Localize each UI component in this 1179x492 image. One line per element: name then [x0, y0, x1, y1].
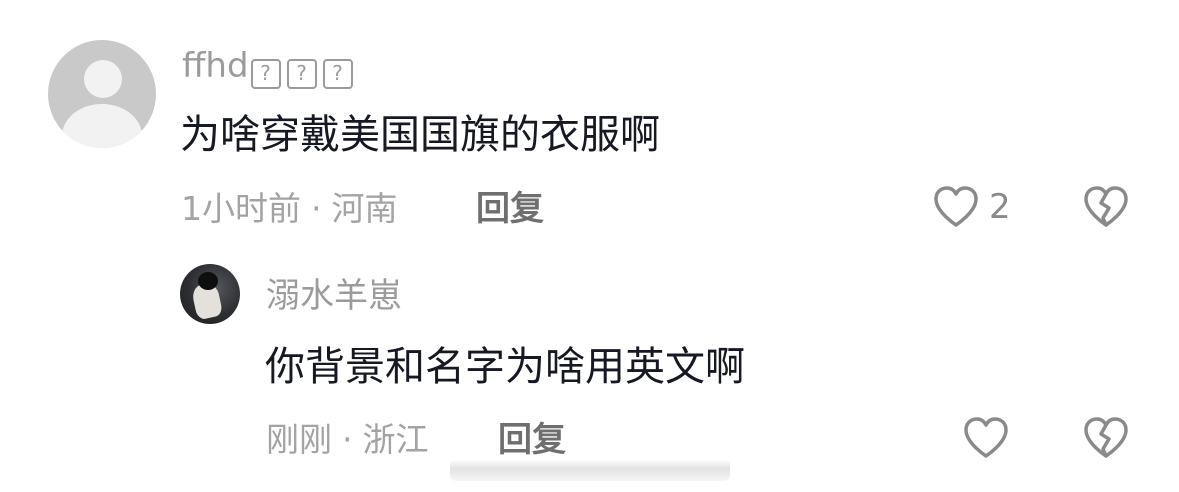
reply-meta: 刚刚 · 浙江 [266, 420, 429, 460]
reply-time: 刚刚 [266, 420, 332, 459]
default-user-icon [84, 60, 122, 98]
default-user-icon-body [62, 104, 142, 148]
avatar[interactable] [48, 40, 156, 148]
heart-outline-icon [931, 184, 981, 230]
reply-text: 你背景和名字为啥用英文啊 [265, 344, 745, 390]
reply-username[interactable]: 溺水羊崽 [266, 276, 402, 316]
comment-text: 为啥穿戴美国国旗的衣服啊 [180, 112, 660, 158]
comment-username[interactable]: ffhd??? [182, 46, 353, 89]
like-button[interactable] [961, 415, 1011, 461]
missing-glyph-box: ? [250, 59, 281, 89]
username-text: ffhd [182, 46, 249, 86]
comment-meta: 1小时前 · 河南 [181, 189, 398, 229]
broken-heart-icon [1081, 415, 1131, 461]
reply-button[interactable]: 回复 [476, 189, 544, 229]
like-count: 2 [989, 187, 1011, 227]
reply-location: 浙江 [362, 420, 429, 459]
missing-glyph-box: ? [286, 59, 317, 89]
missing-glyph-boxes: ??? [250, 59, 353, 89]
loading-placeholder [450, 459, 730, 481]
heart-outline-icon [961, 415, 1011, 461]
meta-separator: · [342, 420, 353, 459]
reply-button[interactable]: 回复 [498, 420, 566, 460]
missing-glyph-box: ? [322, 59, 353, 89]
dislike-button[interactable] [1081, 415, 1131, 461]
reply-avatar[interactable] [180, 264, 240, 324]
dislike-button[interactable] [1081, 184, 1131, 230]
avatar-photo-hair [198, 272, 218, 290]
like-button[interactable]: 2 [931, 184, 1011, 230]
broken-heart-icon [1081, 184, 1131, 230]
comment-location: 河南 [331, 189, 398, 228]
meta-separator: · [311, 189, 322, 228]
comment-time: 1小时前 [181, 189, 301, 228]
